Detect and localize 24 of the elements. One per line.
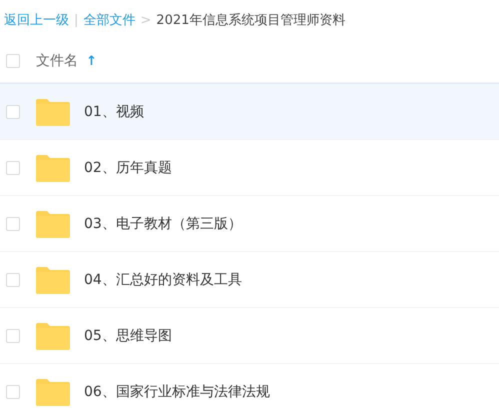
checkbox[interactable] [6, 272, 20, 286]
folder-name[interactable]: 04、汇总好的资料及工具 [84, 270, 242, 288]
highlighted-row[interactable]: 01、视频 [0, 83, 499, 140]
folder-icon [36, 266, 70, 294]
folder-name[interactable]: 01、视频 [84, 102, 144, 120]
checkbox[interactable] [6, 328, 20, 342]
folder-icon [36, 154, 70, 182]
checkbox[interactable] [6, 216, 20, 230]
breadcrumb-arrow: > [140, 12, 152, 28]
folder-name[interactable]: 03、电子教材（第三版） [84, 214, 242, 232]
checkbox[interactable] [6, 104, 20, 118]
folder-name[interactable]: 06、国家行业标准与法律法规 [84, 382, 270, 400]
folder-name[interactable]: 02、历年真题 [84, 158, 172, 176]
checkbox[interactable] [6, 160, 20, 174]
folder-name[interactable]: 05、思维导图 [84, 326, 172, 344]
separator: | [74, 12, 78, 28]
folder-icon [36, 98, 70, 126]
checkbox[interactable] [6, 384, 20, 398]
current-folder: 2021年信息系统项目管理师资料 [156, 12, 346, 29]
folder-icon [36, 210, 70, 238]
folder-icon [36, 378, 70, 406]
folder-icon [36, 322, 70, 350]
checkbox[interactable] [6, 54, 20, 68]
column-header[interactable]: 文件名 [36, 52, 78, 70]
